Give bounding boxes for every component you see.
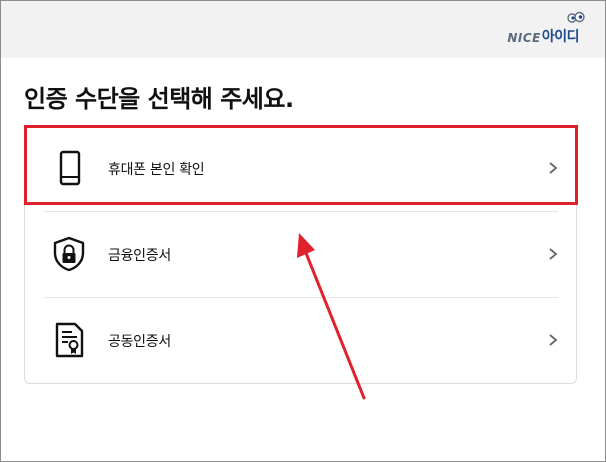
auth-method-list: 휴대폰 본인 확인 금융인증서 공동인증서	[24, 125, 577, 384]
auth-window: NICE 아이디 인증 수단을 선택해 주세요. 휴대폰 본인 확인 금융인증서…	[0, 0, 606, 462]
logo-nice-text: NICE	[507, 31, 541, 45]
method-label: 공동인증서	[108, 334, 171, 350]
page-title: 인증 수단을 선택해 주세요.	[24, 85, 294, 113]
logo-eyes-icon	[567, 11, 585, 23]
logo-idi-text: 아이디	[541, 29, 580, 45]
certificate-document-icon	[55, 322, 84, 358]
method-label: 휴대폰 본인 확인	[108, 162, 205, 178]
method-joint-certificate[interactable]: 공동인증서	[25, 298, 576, 382]
chevron-right-icon	[549, 334, 558, 346]
shield-lock-icon	[53, 236, 85, 272]
chevron-right-icon	[549, 162, 558, 174]
method-label: 금융인증서	[108, 248, 171, 264]
nice-id-logo: NICE 아이디	[507, 11, 585, 47]
header-bar: NICE 아이디	[1, 1, 605, 58]
method-mobile-phone[interactable]: 휴대폰 본인 확인	[25, 126, 576, 210]
smartphone-icon	[59, 150, 81, 186]
method-financial-certificate[interactable]: 금융인증서	[25, 212, 576, 296]
chevron-right-icon	[549, 248, 558, 260]
